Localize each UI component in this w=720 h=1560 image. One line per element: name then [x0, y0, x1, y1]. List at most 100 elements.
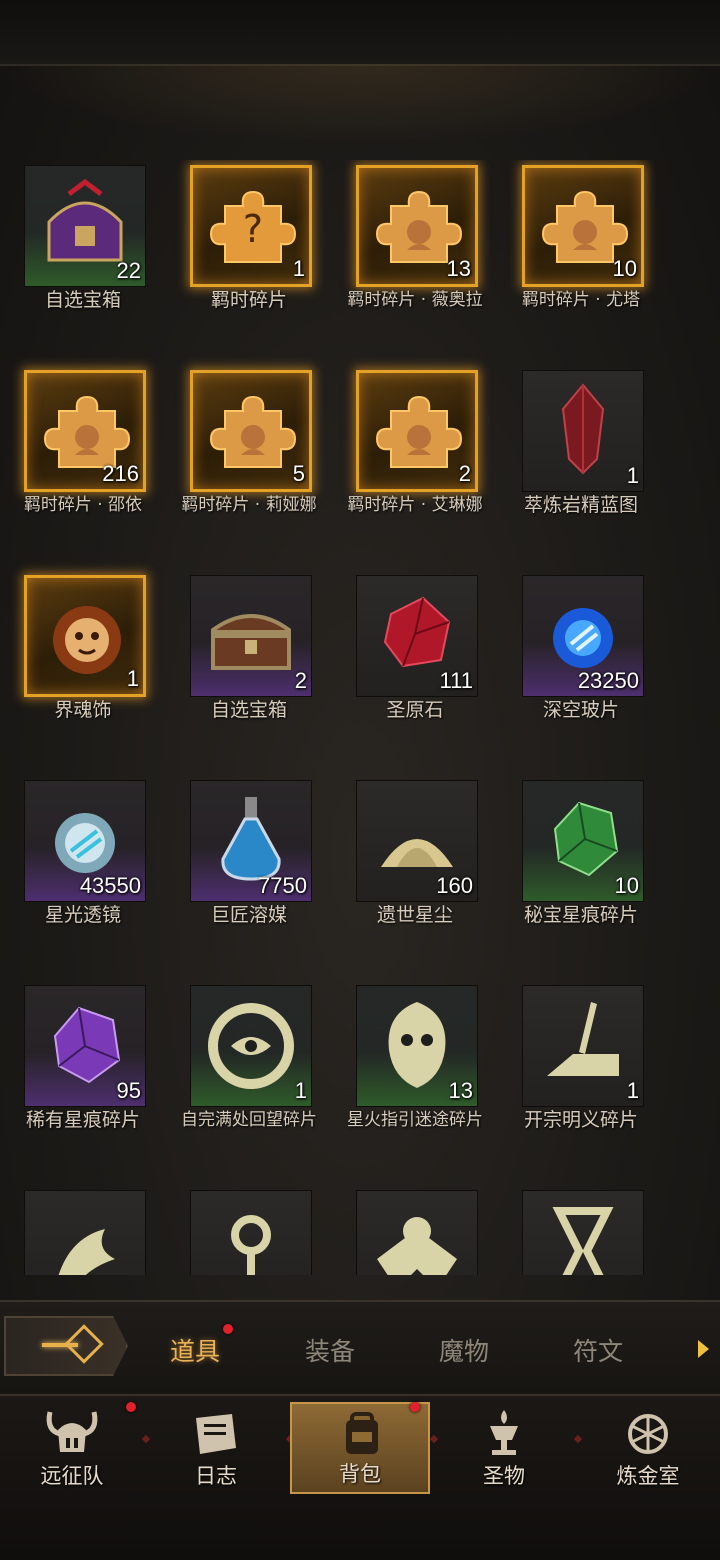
hourglass-rune-icon	[552, 1207, 614, 1275]
tab-items-badge	[223, 1324, 233, 1334]
diamond-icon	[64, 1324, 104, 1364]
item-count: 10	[612, 256, 637, 281]
nav-expedition[interactable]: 远征队	[2, 1402, 142, 1494]
category-tab-bar: 道具 装备 魔物 符文	[0, 1300, 720, 1394]
tab-runes[interactable]: 符文	[538, 1332, 658, 1368]
tab-monsters[interactable]: 魔物	[404, 1332, 524, 1368]
item-count: 7750	[258, 873, 307, 898]
inventory-item[interactable]: 2 羁时碎片 · 艾琳娜	[332, 365, 498, 555]
inventory-item[interactable]: 23250 深空玻片	[498, 570, 664, 760]
item-name: 自完满处回望碎片	[181, 1110, 317, 1130]
nav-alchemy[interactable]: 炼金室	[578, 1402, 718, 1494]
inventory-item[interactable]: 1 界魂饰	[0, 570, 166, 760]
top-frame	[0, 0, 720, 66]
item-slot[interactable]: 1	[522, 985, 644, 1107]
item-count: 1	[294, 1078, 307, 1103]
item-slot[interactable]: 1	[190, 985, 312, 1107]
item-name: 巨匠溶媒	[210, 904, 287, 926]
item-count: 2	[294, 668, 307, 693]
tab-equipment[interactable]: 装备	[270, 1332, 390, 1368]
item-slot[interactable]: 10	[522, 165, 644, 287]
item-slot[interactable]: 160	[356, 780, 478, 902]
item-count: 2	[458, 461, 471, 486]
item-slot[interactable]	[24, 1190, 146, 1275]
puzzle-portrait-icon	[209, 395, 297, 468]
item-name: 遗世星尘	[376, 904, 453, 926]
item-slot[interactable]: 22	[24, 165, 146, 287]
item-name: 稀有星痕碎片	[25, 1109, 140, 1131]
nav-journal[interactable]: 日志	[146, 1402, 286, 1494]
svg-text:?: ?	[243, 207, 263, 251]
item-count: 1	[626, 1078, 639, 1103]
item-slot[interactable]: ? 1	[190, 165, 312, 287]
item-slot[interactable]: 2	[356, 370, 478, 492]
item-slot[interactable]	[522, 1190, 644, 1275]
inventory-item[interactable]: 10 羁时碎片 · 尤塔	[498, 160, 664, 350]
item-slot[interactable]	[356, 1190, 478, 1275]
item-slot[interactable]	[190, 1190, 312, 1275]
inventory-item[interactable]: 5 羁时碎片 · 莉娅娜	[166, 365, 332, 555]
inventory-item[interactable]: 111 圣原石	[332, 570, 498, 760]
bottom-navigation: 远征队 日志 背包 圣物 炼金室	[0, 1394, 720, 1560]
item-name: 圣原石	[386, 699, 444, 721]
item-slot[interactable]: 2	[190, 575, 312, 697]
item-count: 1	[126, 666, 139, 691]
back-button[interactable]	[4, 1316, 128, 1376]
inventory-item[interactable]: 43550 星光透镜	[0, 775, 166, 965]
item-name: 星火指引迷途碎片	[347, 1110, 483, 1130]
inventory-item[interactable]: 160 遗世星尘	[332, 775, 498, 965]
inventory-item[interactable]: 13 羁时碎片 · 薇奥拉	[332, 160, 498, 350]
inventory-item[interactable]: 1 萃炼岩精蓝图	[498, 365, 664, 555]
inventory-grid[interactable]: 22 自选宝箱? 1 羁时碎片 13 羁时碎片 · 薇奥拉 10 羁时碎片 · 尤塔 216 羁时…	[0, 160, 720, 1275]
nav-backpack[interactable]: 背包	[290, 1402, 430, 1494]
item-slot[interactable]: 111	[356, 575, 478, 697]
item-slot[interactable]: 1	[522, 370, 644, 492]
nav-label: 炼金室	[616, 1464, 680, 1488]
item-name: 深空玻片	[542, 699, 619, 721]
inventory-item[interactable]	[0, 1185, 166, 1275]
item-slot[interactable]: 10	[522, 780, 644, 902]
red-crystal-icon	[561, 383, 605, 475]
item-name: 自选宝箱	[44, 289, 121, 311]
item-slot[interactable]: 13	[356, 985, 478, 1107]
item-slot[interactable]: 216	[24, 370, 146, 492]
item-count: 23250	[577, 668, 639, 693]
nav-label: 背包	[339, 1462, 381, 1486]
scroll-right-icon[interactable]	[698, 1340, 709, 1358]
item-name: 羁时碎片 · 邵依	[23, 495, 143, 515]
item-slot[interactable]: 7750	[190, 780, 312, 902]
inventory-item[interactable]: 2 自选宝箱	[166, 570, 332, 760]
item-slot[interactable]: 23250	[522, 575, 644, 697]
item-count: 43550	[79, 873, 141, 898]
item-count: 216	[102, 461, 139, 486]
item-count: 10	[614, 873, 639, 898]
inventory-item[interactable]	[332, 1185, 498, 1275]
item-slot[interactable]: 1	[24, 575, 146, 697]
nav-label: 远征队	[40, 1464, 104, 1488]
inventory-item[interactable]: 10 秘宝星痕碎片	[498, 775, 664, 965]
item-count: 5	[292, 461, 305, 486]
inventory-item[interactable]: ? 1 羁时碎片	[166, 160, 332, 350]
dragon-rune-icon	[58, 1229, 115, 1275]
item-name: 界魂饰	[54, 699, 112, 721]
tab-items[interactable]: 道具	[135, 1332, 255, 1368]
inventory-item[interactable]	[166, 1185, 332, 1275]
item-slot[interactable]: 95	[24, 985, 146, 1107]
item-name: 羁时碎片 · 莉娅娜	[181, 495, 317, 515]
item-slot[interactable]: 43550	[24, 780, 146, 902]
nav-relics[interactable]: 圣物	[434, 1402, 574, 1494]
inventory-item[interactable]: 1 开宗明义碎片	[498, 980, 664, 1170]
item-name: 羁时碎片 · 尤塔	[521, 290, 641, 310]
scroll-icon	[196, 1414, 236, 1454]
inventory-item[interactable]: 22 自选宝箱	[0, 160, 166, 350]
item-slot[interactable]: 13	[356, 165, 478, 287]
inventory-item[interactable]	[498, 1185, 664, 1275]
item-name: 星光透镜	[44, 904, 121, 926]
inventory-item[interactable]: 13 星火指引迷途碎片	[332, 980, 498, 1170]
inventory-item[interactable]: 216 羁时碎片 · 邵依	[0, 365, 166, 555]
inventory-item[interactable]: 1 自完满处回望碎片	[166, 980, 332, 1170]
item-slot[interactable]: 5	[190, 370, 312, 492]
inventory-item[interactable]: 95 稀有星痕碎片	[0, 980, 166, 1170]
inventory-item[interactable]: 7750 巨匠溶媒	[166, 775, 332, 965]
item-name: 秘宝星痕碎片	[523, 904, 638, 926]
